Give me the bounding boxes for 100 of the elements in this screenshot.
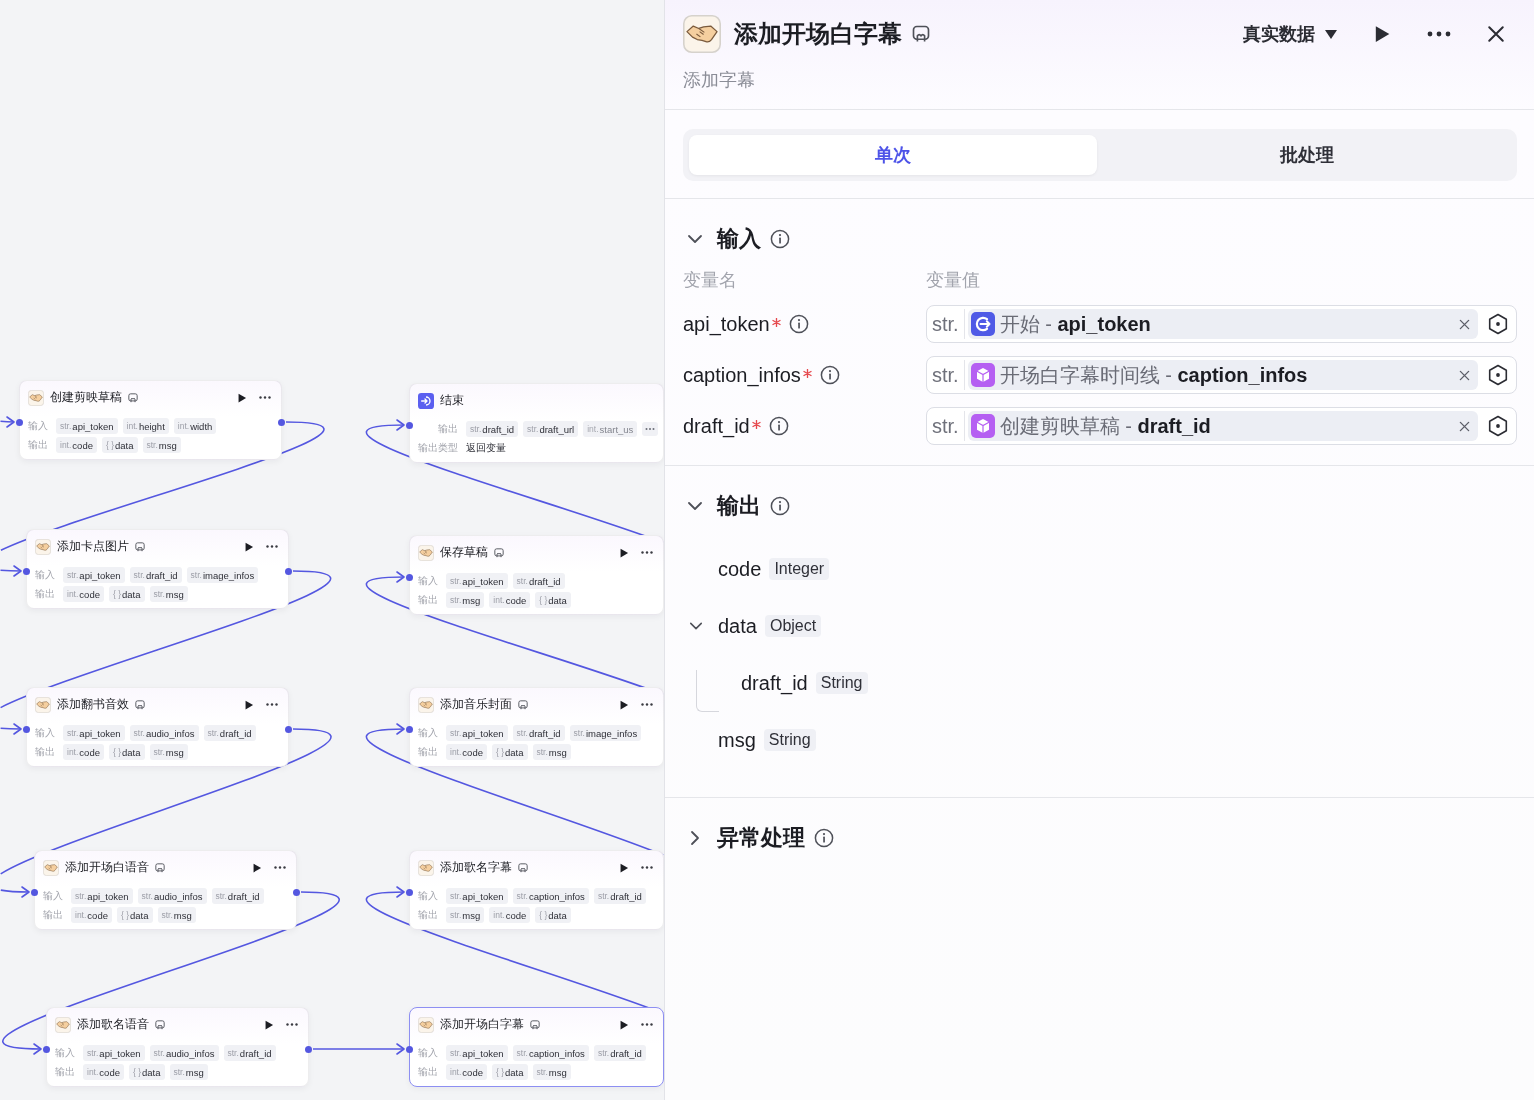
connection-handle[interactable] — [406, 726, 413, 733]
connection-handle[interactable] — [406, 422, 413, 429]
param-type: int. — [75, 910, 87, 920]
param-type: str. — [67, 570, 79, 580]
info-icon — [770, 496, 790, 516]
play-icon[interactable] — [619, 862, 629, 873]
clear-icon[interactable] — [1459, 369, 1470, 381]
connection-handle[interactable] — [285, 726, 292, 733]
more-icon[interactable] — [274, 866, 286, 869]
param-name: code — [462, 1066, 483, 1078]
param-name: code — [72, 439, 93, 451]
connection-handle[interactable] — [406, 889, 413, 896]
workflow-node[interactable]: 结束 输出 str.draft_id str.draft_url int.start_us 输出类型 返回变量 — [409, 383, 664, 463]
param-name: data — [130, 909, 149, 921]
param-name: api_token — [462, 727, 504, 739]
connection-handle[interactable] — [31, 889, 38, 896]
param-name: draft_id — [482, 423, 515, 435]
param-name: code — [462, 746, 483, 758]
workflow-node[interactable]: 创建剪映草稿 输入 str.api_token int.height int.width 输出 int.code { }data str.msg — [19, 380, 282, 460]
workflow-node[interactable]: 添加歌名语音 输入 str.api_token str.audio_infos str.draft_id 输出 int.code { }data str.msg — [46, 1007, 309, 1087]
connection-handle[interactable] — [305, 1046, 312, 1053]
play-icon[interactable] — [252, 862, 262, 873]
param-name: data — [122, 746, 141, 758]
param-name: code — [79, 588, 100, 600]
play-icon[interactable] — [1373, 25, 1391, 43]
connection-handle[interactable] — [23, 568, 30, 575]
workflow-node[interactable]: 添加开场白字幕 输入 str.api_token str.caption_infos str.draft_id 输出 int.code { }data str.msg — [409, 1007, 664, 1087]
connection-handle[interactable] — [16, 419, 23, 426]
connection-handle[interactable] — [293, 889, 300, 896]
param-name: api_token — [462, 1047, 504, 1059]
section-title: 输入 — [717, 225, 761, 253]
param-type: { } — [105, 440, 114, 450]
more-icon[interactable] — [641, 866, 653, 869]
handshake-icon — [43, 859, 59, 876]
param-name: caption_infos — [528, 890, 585, 902]
param-name: msg — [165, 746, 184, 758]
connection-handle[interactable] — [406, 574, 413, 581]
more-icon[interactable] — [641, 703, 653, 706]
param-name: draft_id — [610, 1047, 642, 1059]
variable-reference-chip[interactable]: 开始 - api_token — [967, 309, 1478, 339]
variable-reference-chip[interactable]: 创建剪映草稿 - draft_id — [967, 411, 1478, 441]
variable-reference-chip[interactable]: 开场白字幕时间线 - caption_infos — [967, 360, 1478, 390]
emblem-icon — [135, 541, 145, 552]
close-icon[interactable] — [1487, 25, 1505, 43]
play-icon[interactable] — [244, 699, 254, 710]
param-name: data — [548, 594, 567, 606]
play-icon[interactable] — [619, 547, 629, 558]
more-icon[interactable] — [286, 1023, 298, 1026]
type-tag: Integer — [769, 558, 830, 580]
connection-handle[interactable] — [23, 726, 30, 733]
clear-icon[interactable] — [1459, 420, 1470, 432]
param-type: { } — [112, 589, 121, 599]
workflow-node[interactable]: 添加翻书音效 输入 str.api_token str.audio_infos str.draft_id 输出 int.code { }data str.msg — [26, 687, 289, 767]
row-label: 输入 — [35, 568, 55, 582]
play-icon[interactable] — [264, 1019, 274, 1030]
play-icon[interactable] — [619, 699, 629, 710]
tab[interactable]: 单次 — [689, 135, 1097, 175]
play-icon[interactable] — [619, 1019, 629, 1030]
play-icon[interactable] — [244, 541, 254, 552]
output-field-name: msg — [718, 728, 756, 752]
workflow-node[interactable]: 添加音乐封面 输入 str.api_token str.draft_id str.image_infos 输出 int.code { }data str.msg — [409, 687, 664, 767]
more-icon[interactable] — [259, 396, 271, 399]
param-type: str. — [153, 589, 165, 599]
param-type: str. — [146, 440, 158, 450]
variable-value-field[interactable]: str. 开始 - api_token — [926, 305, 1517, 343]
clear-icon[interactable] — [1459, 318, 1470, 330]
row-label: 输出 — [35, 745, 55, 759]
row-label: 输出 — [438, 422, 458, 436]
param-name: msg — [173, 909, 192, 921]
play-icon[interactable] — [237, 392, 247, 403]
row-label: 输入 — [35, 726, 55, 740]
param-name: msg — [462, 909, 481, 921]
more-icon[interactable] — [266, 703, 278, 706]
workflow-node[interactable]: 添加卡点图片 输入 str.api_token str.draft_id str.image_infos 输出 int.code { }data str.msg — [26, 529, 289, 609]
param-type: str. — [207, 728, 219, 738]
param-type: str. — [87, 1048, 99, 1058]
row-label: 输出 — [418, 745, 438, 759]
param-type: int. — [177, 421, 190, 431]
workflow-node[interactable]: 添加开场白语音 输入 str.api_token str.audio_infos str.draft_id 输出 int.code { }data str.msg — [34, 850, 297, 930]
connection-handle[interactable] — [406, 1046, 413, 1053]
variable-value-field[interactable]: str. 创建剪映草稿 - draft_id — [926, 407, 1517, 445]
connection-handle[interactable] — [285, 568, 292, 575]
more-icon[interactable] — [641, 1023, 653, 1026]
param-type: int. — [493, 910, 505, 920]
emblem-icon — [912, 25, 930, 43]
connection-handle[interactable] — [278, 419, 285, 426]
more-icon[interactable] — [1427, 31, 1451, 37]
more-icon[interactable] — [641, 551, 653, 554]
more-icon[interactable] — [266, 545, 278, 548]
handshake-icon — [418, 544, 434, 561]
param-type: str. — [67, 728, 79, 738]
workflow-node[interactable]: 保存草稿 输入 str.api_token str.draft_id 输出 str.msg int.code { }data — [409, 535, 664, 615]
variable-value-field[interactable]: str. 开场白字幕时间线 - caption_infos — [926, 356, 1517, 394]
tab[interactable]: 批处理 — [1103, 135, 1511, 175]
connection-handle[interactable] — [43, 1046, 50, 1053]
data-mode-dropdown[interactable]: 真实数据 — [1243, 22, 1337, 46]
info-icon — [770, 229, 790, 249]
param-name: code — [99, 1066, 120, 1078]
workflow-node[interactable]: 添加歌名字幕 输入 str.api_token str.caption_infos str.draft_id 输出 str.msg int.code { }data — [409, 850, 664, 930]
caret-down-icon — [1325, 29, 1337, 39]
